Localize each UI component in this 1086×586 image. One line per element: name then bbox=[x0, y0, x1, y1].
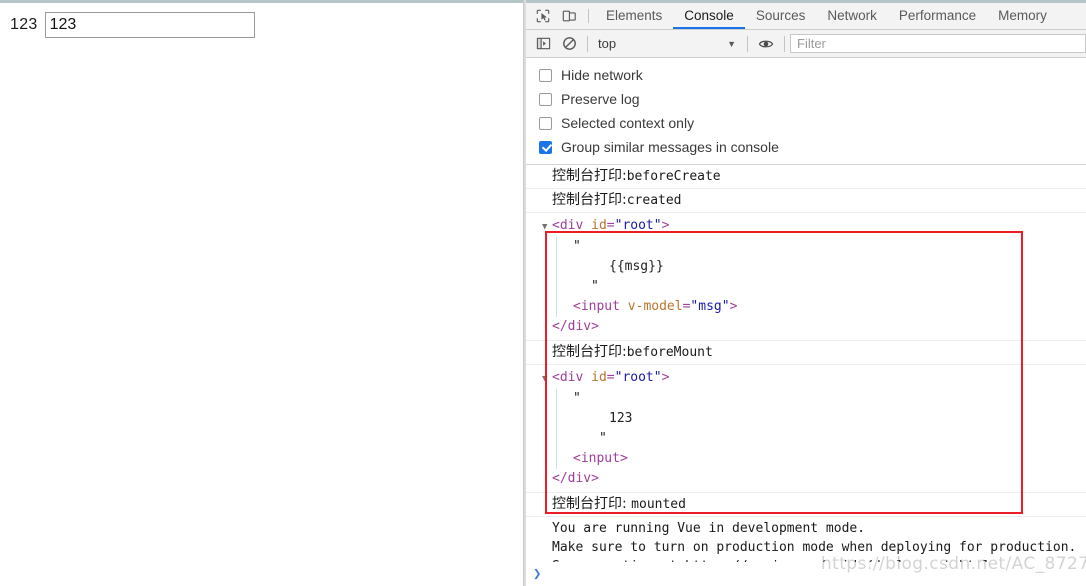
execution-context-select[interactable]: top ▼ bbox=[593, 36, 742, 51]
console-prompt-row[interactable]: ❯ bbox=[526, 562, 1086, 586]
dom-child-tagname: input bbox=[580, 451, 620, 466]
expand-triangle-icon[interactable]: ▼ bbox=[542, 369, 552, 389]
tab-memory[interactable]: Memory bbox=[987, 3, 1058, 29]
console-filter-input[interactable] bbox=[790, 34, 1086, 53]
tab-network[interactable]: Network bbox=[816, 3, 888, 29]
console-sidebar-icon[interactable] bbox=[530, 31, 556, 57]
tab-elements[interactable]: Elements bbox=[595, 3, 673, 29]
dom-close-tag-line: </div> bbox=[552, 319, 599, 334]
inspect-element-icon[interactable] bbox=[530, 3, 556, 29]
browser-window: 123 Elements Console Sources bbox=[0, 0, 1086, 586]
dom-attr-value: "root" bbox=[614, 370, 662, 385]
vue-notice-line1: You are running Vue in development mode. bbox=[552, 521, 866, 536]
log-text-mono: mounted bbox=[631, 497, 686, 512]
checkbox-group-similar[interactable] bbox=[539, 140, 552, 154]
clear-console-icon[interactable] bbox=[556, 31, 582, 57]
dom-text-quote-open: " bbox=[573, 391, 581, 406]
checkbox-hide-network[interactable] bbox=[539, 68, 552, 82]
vue-deployment-link[interactable]: https://vuejs.org/guide/deployment.html bbox=[685, 559, 990, 562]
console-dom-node-1[interactable]: ▼ <div id="root"> " {{msg}} " <input v-mo… bbox=[526, 213, 1086, 341]
dom-lt: < bbox=[552, 218, 560, 233]
dom-children-1: " {{msg}} " <input v-model="msg"> bbox=[556, 237, 1086, 317]
filterbar-divider-3 bbox=[784, 35, 785, 52]
console-message-list[interactable]: 控制台打印:beforeCreate 控制台打印:created ▼ <div i… bbox=[526, 165, 1086, 562]
dom-child-attr-value: "msg" bbox=[690, 299, 730, 314]
dom-child-gt: > bbox=[619, 451, 628, 466]
msg-input-field[interactable] bbox=[44, 12, 255, 38]
checkbox-selected-context-only[interactable] bbox=[539, 116, 552, 130]
setting-label: Selected context only bbox=[561, 115, 695, 131]
tab-performance[interactable]: Performance bbox=[888, 3, 987, 29]
console-message-beforemount: 控制台打印:beforeMount bbox=[526, 341, 1086, 365]
dom-child-gt: > bbox=[729, 299, 738, 314]
dom-text-quote-close: " bbox=[591, 279, 599, 294]
dom-child-attr-name: v-model bbox=[627, 299, 683, 314]
dom-text-quote-open: " bbox=[573, 239, 581, 254]
log-text-mono: beforeCreate bbox=[626, 169, 721, 184]
dom-child-tagname: input bbox=[580, 299, 620, 314]
dom-child-lt: < bbox=[573, 299, 581, 314]
live-expression-eye-icon[interactable] bbox=[753, 31, 779, 57]
dom-attr-name: id bbox=[591, 370, 607, 385]
prompt-caret-icon: ❯ bbox=[533, 566, 542, 582]
dom-gt: > bbox=[661, 218, 670, 233]
page-content: 123 bbox=[0, 3, 523, 38]
dom-text-quote-close: " bbox=[599, 431, 607, 446]
console-dom-node-2[interactable]: ▼ <div id="root"> " 123 " <input> </div> bbox=[526, 365, 1086, 493]
dom-open-tag-line[interactable]: ▼ <div id="root"> bbox=[542, 216, 1086, 237]
console-message-mounted: 控制台打印: mounted bbox=[526, 493, 1086, 517]
dom-attr-eq: = bbox=[606, 218, 615, 233]
dom-tagname: div bbox=[559, 218, 584, 233]
console-filter-bar: top ▼ bbox=[526, 30, 1086, 58]
tab-sources[interactable]: Sources bbox=[745, 3, 817, 29]
console-settings-pane: Hide network Preserve log Selected conte… bbox=[526, 58, 1086, 165]
setting-label: Group similar messages in console bbox=[561, 139, 779, 155]
filterbar-divider-2 bbox=[747, 35, 748, 52]
setting-label: Hide network bbox=[561, 67, 643, 83]
msg-output-text: 123 bbox=[10, 16, 38, 33]
console-message-created: 控制台打印:created bbox=[526, 189, 1086, 213]
dom-attr-eq: = bbox=[606, 370, 615, 385]
setting-hide-network[interactable]: Hide network bbox=[526, 63, 1086, 87]
log-text-mono: created bbox=[626, 193, 682, 208]
dom-text-content: 123 bbox=[609, 411, 633, 426]
dom-text-content: {{msg}} bbox=[609, 259, 664, 274]
log-text-mono: beforeMount bbox=[626, 345, 713, 360]
log-text-cn: 控制台打印: bbox=[552, 168, 627, 184]
dom-child-input-line[interactable]: <input v-model="msg"> bbox=[573, 297, 1086, 317]
vue-notice-line2: Make sure to turn on production mode whe… bbox=[552, 540, 1077, 555]
setting-preserve-log[interactable]: Preserve log bbox=[526, 87, 1086, 111]
device-toolbar-icon[interactable] bbox=[556, 3, 582, 29]
log-text-cn: 控制台打印: bbox=[552, 344, 627, 360]
chevron-down-icon: ▼ bbox=[727, 38, 736, 49]
setting-label: Preserve log bbox=[561, 91, 640, 107]
dom-attr-value: "root" bbox=[614, 218, 662, 233]
console-message-beforecreate: 控制台打印:beforeCreate bbox=[526, 165, 1086, 189]
filterbar-divider-1 bbox=[587, 35, 588, 52]
web-page-viewport: 123 bbox=[0, 0, 523, 586]
dom-child-lt: < bbox=[573, 451, 581, 466]
dom-close-tag-line: </div> bbox=[552, 471, 599, 486]
dom-tagname: div bbox=[559, 370, 584, 385]
checkbox-preserve-log[interactable] bbox=[539, 92, 552, 106]
vue-notice-line3-prefix: See more tips at bbox=[552, 559, 685, 562]
devtools-panel: Elements Console Sources Network Perform… bbox=[526, 0, 1086, 586]
toolbar-divider bbox=[588, 9, 589, 23]
vue-dev-mode-warning: You are running Vue in development mode.… bbox=[526, 517, 1086, 562]
dom-attr-name: id bbox=[591, 218, 607, 233]
setting-group-similar[interactable]: Group similar messages in console bbox=[526, 135, 1086, 159]
log-text-cn: 控制台打印: bbox=[552, 192, 627, 208]
tab-console[interactable]: Console bbox=[673, 3, 745, 29]
dom-gt: > bbox=[661, 370, 670, 385]
execution-context-label: top bbox=[598, 36, 617, 51]
log-text-cn: 控制台打印: bbox=[552, 496, 632, 512]
dom-child-input-line[interactable]: <input> bbox=[573, 449, 1086, 469]
dom-lt: < bbox=[552, 370, 560, 385]
expand-triangle-icon[interactable]: ▼ bbox=[542, 217, 552, 237]
devtools-tabbar: Elements Console Sources Network Perform… bbox=[526, 0, 1086, 30]
dom-open-tag-line[interactable]: ▼ <div id="root"> bbox=[542, 368, 1086, 389]
dom-children-2: " 123 " <input> bbox=[556, 389, 1086, 469]
setting-selected-context-only[interactable]: Selected context only bbox=[526, 111, 1086, 135]
